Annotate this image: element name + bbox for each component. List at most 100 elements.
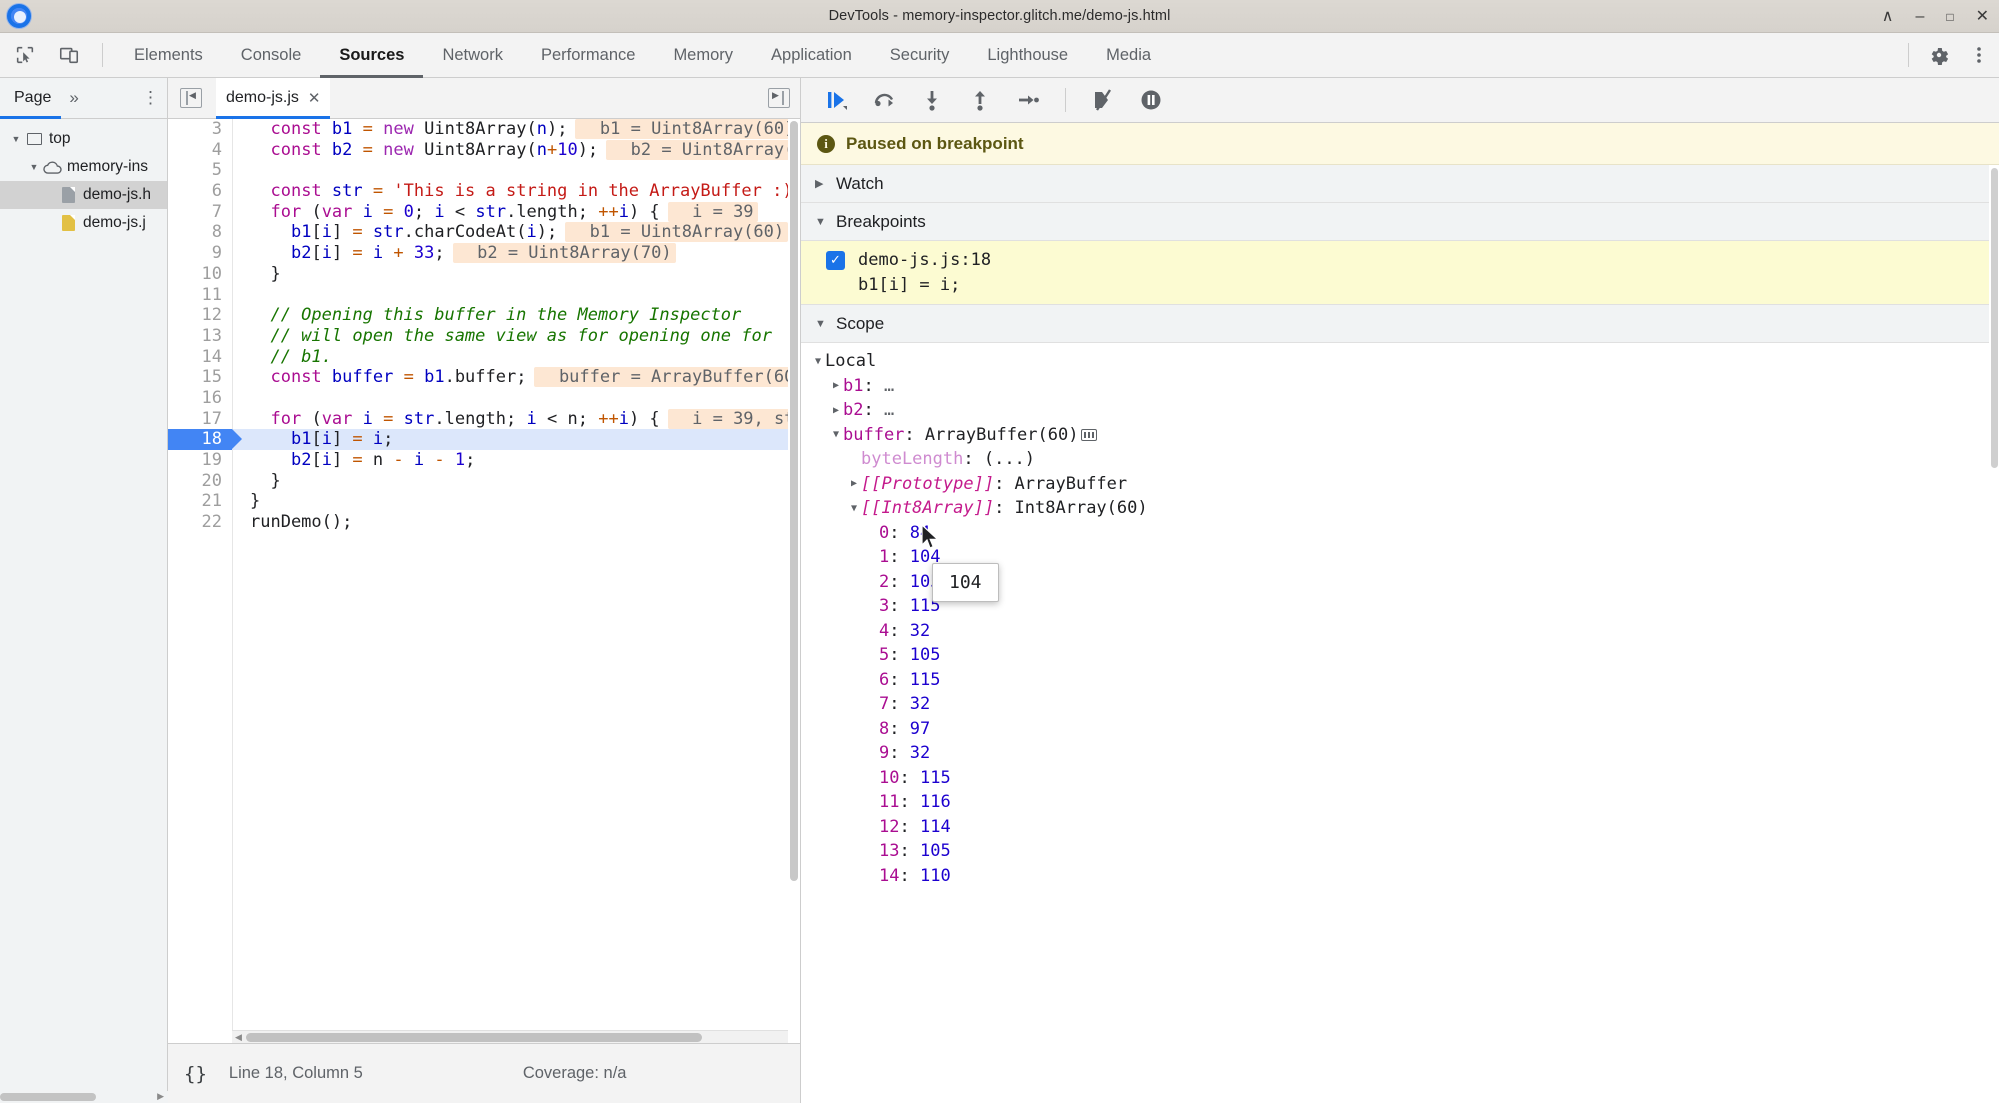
tree-item-demo-js-html[interactable]: demo-js.h	[0, 181, 167, 209]
deactivate-breakpoints-icon[interactable]	[1082, 81, 1124, 119]
restore-button[interactable]: □	[1946, 11, 1953, 23]
code-text[interactable]: // will open the same view as for openin…	[234, 326, 772, 347]
scroll-right-arrow-icon[interactable]: ▶	[157, 1091, 164, 1102]
code-text[interactable]: }	[234, 471, 280, 492]
code-text[interactable]: const b1 = new Uint8Array(n); b1 = Uint8…	[234, 119, 788, 140]
line-number[interactable]: 10	[168, 263, 232, 285]
scope-entry[interactable]: 12: 114	[801, 815, 1999, 840]
scope-entry[interactable]: 11: 116	[801, 790, 1999, 815]
code-line[interactable]: 17 for (var i = str.length; i < n; ++i) …	[168, 408, 788, 430]
tab-network[interactable]: Network	[423, 33, 522, 78]
code-text[interactable]: const str = 'This is a string in the Arr…	[234, 181, 788, 202]
scope-entry[interactable]: ▼ buffer: ArrayBuffer(60)	[801, 423, 1999, 448]
chevron-right-icon[interactable]: ▶	[829, 380, 843, 391]
code-editor[interactable]: 3 const b1 = new Uint8Array(n); b1 = Uin…	[168, 119, 800, 1043]
code-text[interactable]: for (var i = str.length; i < n; ++i) { i…	[234, 408, 788, 430]
breakpoints-section-header[interactable]: ▼ Breakpoints	[801, 203, 1999, 241]
code-line[interactable]: 11	[168, 284, 788, 306]
scope-entry[interactable]: 13: 105	[801, 839, 1999, 864]
tab-lighthouse[interactable]: Lighthouse	[968, 33, 1087, 78]
scrollbar-thumb[interactable]	[1991, 168, 1998, 468]
code-text[interactable]: for (var i = 0; i < str.length; ++i) { i…	[234, 201, 758, 223]
scroll-left-arrow-icon[interactable]: ◀	[235, 1032, 242, 1043]
code-text[interactable]: }	[234, 264, 280, 285]
scope-entry[interactable]: 7: 32	[801, 692, 1999, 717]
scope-entry[interactable]: 0: 84	[801, 521, 1999, 546]
code-line[interactable]: 19 b2[i] = n - i - 1;	[168, 450, 788, 471]
scope-entry[interactable]: 4: 32	[801, 619, 1999, 644]
scope-entry[interactable]: 14: 110	[801, 864, 1999, 889]
navigator-tab-page[interactable]: Page	[0, 78, 61, 119]
line-number[interactable]: 16	[168, 387, 232, 409]
code-line[interactable]: 9 b2[i] = i + 33; b2 = Uint8Array(70)	[168, 243, 788, 264]
line-number[interactable]: 6	[168, 181, 232, 202]
line-number[interactable]: 22	[168, 512, 232, 533]
code-line[interactable]: 15 const buffer = b1.buffer; buffer = Ar…	[168, 367, 788, 388]
chevron-down-icon[interactable]: ▼	[26, 162, 42, 172]
tab-sources[interactable]: Sources	[320, 33, 423, 78]
scope-entry[interactable]: 9: 32	[801, 741, 1999, 766]
line-number[interactable]: 12	[168, 305, 232, 326]
code-line[interactable]: 12 // Opening this buffer in the Memory …	[168, 305, 788, 326]
scope-entry[interactable]: 6: 115	[801, 668, 1999, 693]
step-over-next-function-call-icon[interactable]	[863, 81, 905, 119]
chevron-down-icon[interactable]: ▼	[811, 356, 825, 367]
breakpoint-list-item[interactable]: ✓ demo-js.js:18 b1[i] = i;	[801, 241, 1999, 305]
scope-entry[interactable]: ▶ b2: …	[801, 398, 1999, 423]
chevron-down-icon[interactable]: ▼	[815, 216, 827, 228]
inspect-element-icon[interactable]	[6, 36, 44, 74]
step-out-of-current-function-icon[interactable]	[959, 81, 1001, 119]
editor-horizontal-scrollbar[interactable]: ◀	[232, 1030, 788, 1043]
code-line[interactable]: 18 b1[i] = i;	[168, 429, 788, 451]
chevron-down-icon[interactable]: ▼	[815, 318, 827, 330]
code-line[interactable]: 22 runDemo();	[168, 512, 788, 533]
chevron-down-icon[interactable]: ▼	[847, 503, 861, 514]
minimize-button[interactable]: –	[1915, 8, 1924, 25]
resume-script-execution-icon[interactable]	[815, 81, 857, 119]
code-text[interactable]: b2[i] = n - i - 1;	[234, 450, 475, 471]
scope-entry[interactable]: 8: 97	[801, 717, 1999, 742]
line-number[interactable]: 13	[168, 325, 232, 347]
close-icon[interactable]: ✕	[308, 89, 321, 107]
line-number[interactable]: 18	[168, 429, 242, 451]
close-button[interactable]: ✕	[1976, 8, 1989, 25]
open-in-memory-inspector-icon[interactable]	[1081, 428, 1098, 441]
more-tabs-icon[interactable]: »	[61, 88, 86, 108]
line-number[interactable]: 17	[168, 408, 232, 430]
code-text[interactable]: b1[i] = str.charCodeAt(i); b1 = Uint8Arr…	[234, 222, 788, 243]
debugger-vertical-scrollbar[interactable]	[1989, 165, 1999, 1103]
tree-item-top[interactable]: ▼ top	[0, 125, 167, 153]
chevron-down-icon[interactable]: ▼	[829, 429, 843, 440]
line-number[interactable]: 11	[168, 284, 232, 306]
code-line[interactable]: 14 // b1.	[168, 346, 788, 368]
line-number[interactable]: 9	[168, 243, 232, 264]
line-number[interactable]: 4	[168, 139, 232, 161]
scrollbar-thumb[interactable]	[0, 1093, 96, 1101]
chevron-right-icon[interactable]: ▶	[847, 478, 861, 489]
scope-root-local[interactable]: ▼ Local	[801, 349, 1999, 374]
code-line[interactable]: 7 for (var i = 0; i < str.length; ++i) {…	[168, 201, 788, 223]
tab-elements[interactable]: Elements	[115, 33, 222, 78]
code-text[interactable]: // b1.	[234, 347, 331, 368]
chevron-right-icon[interactable]: ▶	[815, 177, 827, 190]
code-line[interactable]: 6 const str = 'This is a string in the A…	[168, 181, 788, 202]
scope-entry[interactable]: 10: 115	[801, 766, 1999, 791]
line-number[interactable]: 14	[168, 346, 232, 368]
tab-application[interactable]: Application	[752, 33, 871, 78]
step-icon[interactable]	[1007, 81, 1049, 119]
line-number[interactable]: 8	[168, 222, 232, 244]
scope-entry[interactable]: ▼ [[Int8Array]]: Int8Array(60)	[801, 496, 1999, 521]
code-line[interactable]: 21}	[168, 491, 788, 513]
tree-item-memory-inspector[interactable]: ▼ memory-ins	[0, 153, 167, 181]
code-line[interactable]: 16	[168, 387, 788, 409]
code-text[interactable]: }	[234, 491, 260, 512]
line-number[interactable]: 19	[168, 450, 232, 471]
scope-entry[interactable]: byteLength: (...)	[801, 447, 1999, 472]
scope-entry[interactable]: ▶ [[Prototype]]: ArrayBuffer	[801, 472, 1999, 497]
gear-icon[interactable]	[1919, 35, 1959, 75]
navigator-kebab-icon[interactable]: ⋮	[142, 88, 159, 108]
code-line[interactable]: 3 const b1 = new Uint8Array(n); b1 = Uin…	[168, 119, 788, 140]
line-number[interactable]: 20	[168, 470, 232, 492]
tab-console[interactable]: Console	[222, 33, 321, 78]
expand-debugger-icon[interactable]	[768, 88, 790, 108]
